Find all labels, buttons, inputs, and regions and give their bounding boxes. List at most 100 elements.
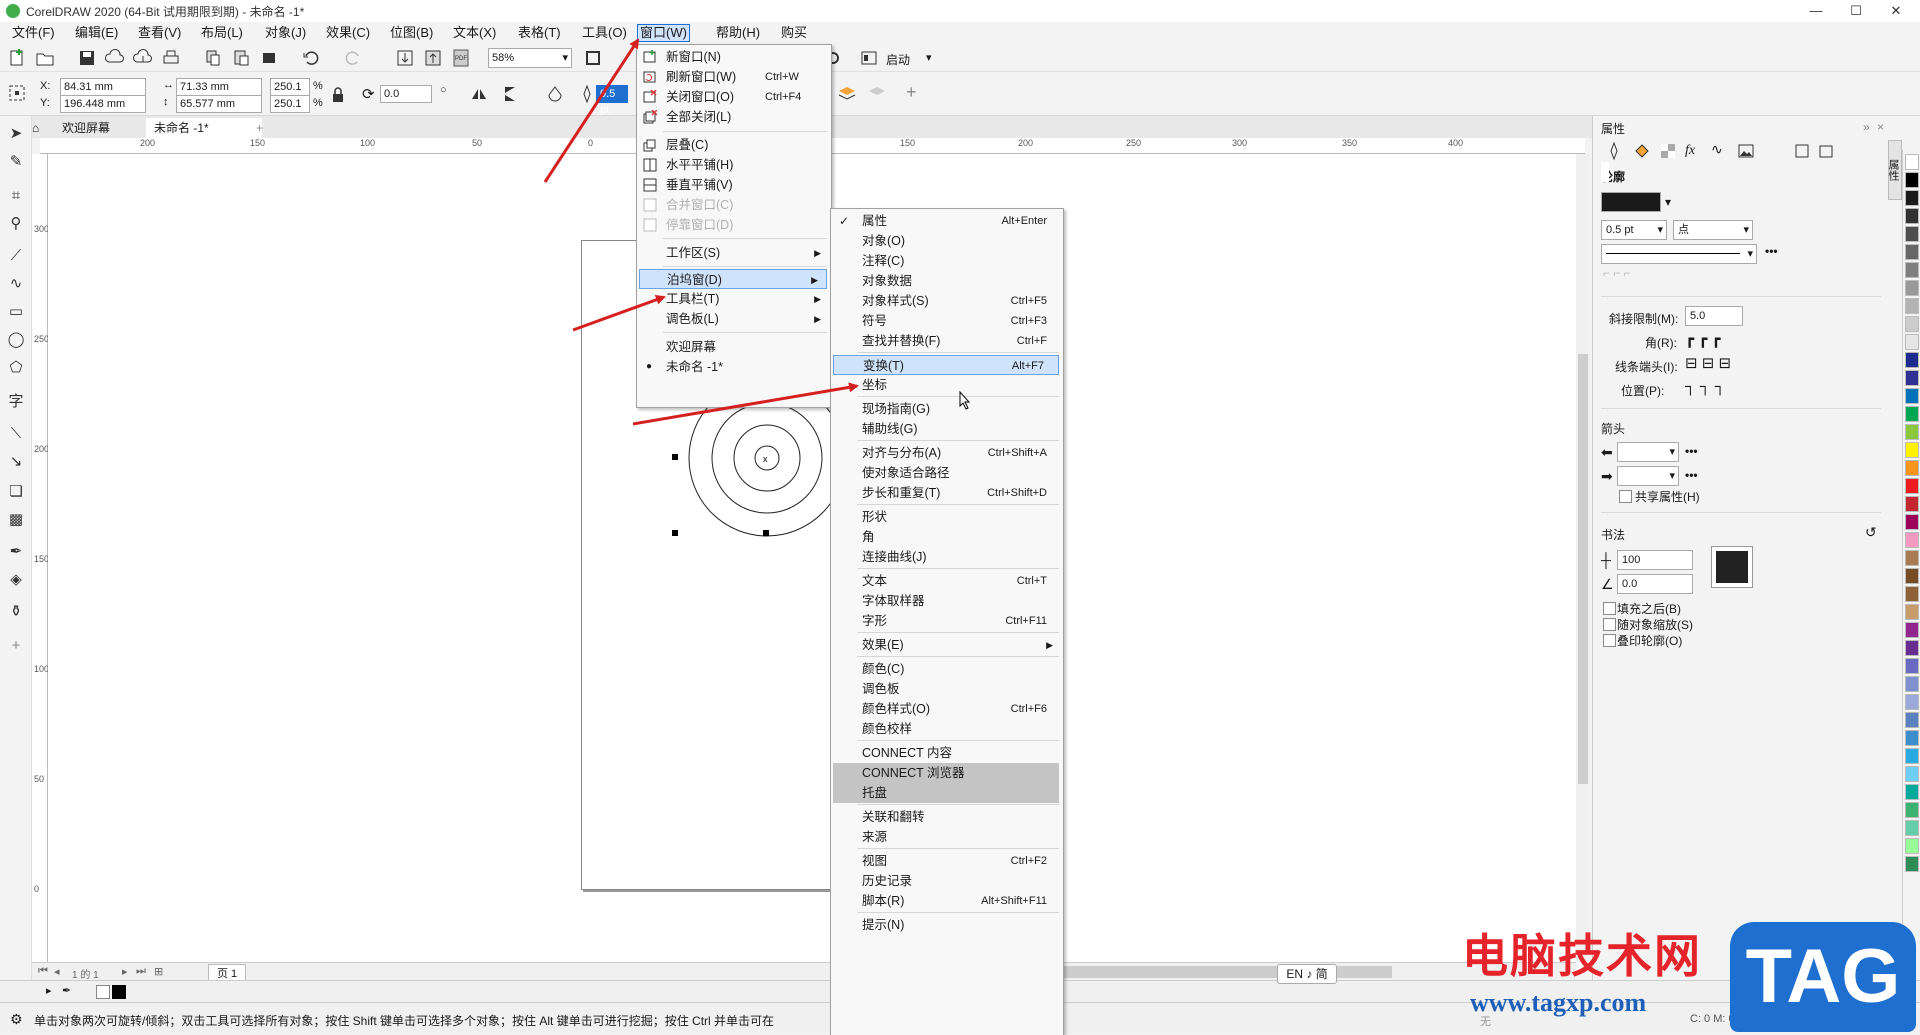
color-swatch[interactable] bbox=[1905, 838, 1919, 854]
color-swatch[interactable] bbox=[1905, 586, 1919, 602]
next-page-icon[interactable]: ▸ bbox=[122, 965, 128, 978]
launch-label[interactable]: 启动 bbox=[886, 51, 910, 68]
menu-item-font-playground[interactable]: 字体取样器 bbox=[831, 591, 1061, 611]
line-cap-icons[interactable]: ⊟ ⊟ ⊟ bbox=[1685, 354, 1731, 372]
color-swatch[interactable] bbox=[1905, 226, 1919, 242]
add-page-icon[interactable]: ⊞ bbox=[154, 965, 163, 978]
menu-item-color-palette[interactable]: 调色板 bbox=[831, 679, 1061, 699]
angle-input[interactable]: 0.0 bbox=[1617, 574, 1693, 594]
color-swatch[interactable] bbox=[1905, 802, 1919, 818]
height-input[interactable]: 65.577 mm bbox=[176, 95, 262, 113]
menu-item-properties[interactable]: ✓ 属性 Alt+Enter bbox=[831, 211, 1061, 231]
fill-drop-icon[interactable] bbox=[544, 83, 566, 105]
collapse-docker-icon[interactable]: » bbox=[1863, 120, 1870, 134]
copy-icon[interactable] bbox=[202, 47, 224, 69]
zoom-level-select[interactable]: 58% ▾ bbox=[488, 48, 572, 68]
stretch-input[interactable]: 100 bbox=[1617, 550, 1693, 570]
menu-item-history[interactable]: 历史记录 bbox=[831, 871, 1061, 891]
zoom-tool-icon[interactable]: ⚲ bbox=[6, 214, 26, 234]
color-swatch[interactable] bbox=[1905, 766, 1919, 782]
ime-indicator[interactable]: EN ♪ 简 bbox=[1277, 964, 1337, 984]
drop-shadow-icon[interactable]: ❏ bbox=[6, 482, 26, 502]
menu-item-close-window[interactable]: 关闭窗口(O) Ctrl+F4 bbox=[637, 87, 829, 107]
color-swatch[interactable] bbox=[1905, 748, 1919, 764]
interactive-fill-icon[interactable]: ◈ bbox=[6, 570, 26, 590]
color-swatch[interactable] bbox=[1905, 388, 1919, 404]
color-swatch[interactable] bbox=[1905, 262, 1919, 278]
cut-icon[interactable] bbox=[258, 47, 280, 69]
menu-object[interactable]: 对象(J) bbox=[263, 25, 308, 41]
width-input[interactable]: 71.33 mm bbox=[176, 78, 262, 96]
paste-icon[interactable] bbox=[230, 47, 252, 69]
overprint-outline-checkbox[interactable] bbox=[1603, 634, 1616, 647]
menu-item-object-data[interactable]: 对象数据 bbox=[831, 271, 1061, 291]
black-outline-swatch[interactable] bbox=[112, 985, 126, 999]
add-tool-icon[interactable]: + bbox=[6, 636, 26, 656]
line-style-select[interactable]: ▾ bbox=[1601, 244, 1757, 264]
menu-buy[interactable]: 购买 bbox=[779, 25, 809, 41]
menu-item-effects[interactable]: 效果(E) ▶ bbox=[831, 635, 1061, 655]
tab-untitled-document[interactable]: 未命名 -1* bbox=[146, 118, 262, 138]
import-icon[interactable] bbox=[394, 47, 416, 69]
cloud-save-icon[interactable] bbox=[132, 47, 154, 69]
color-swatch[interactable] bbox=[1905, 154, 1919, 170]
vertical-scrollbar[interactable] bbox=[1576, 154, 1590, 962]
color-swatch[interactable] bbox=[1905, 514, 1919, 530]
bitmap-tab-icon[interactable] bbox=[1735, 140, 1757, 162]
last-page-icon[interactable]: ⏭ bbox=[136, 965, 146, 978]
smart-fill-icon[interactable]: ⚱ bbox=[6, 602, 26, 622]
menu-help[interactable]: 帮助(H) bbox=[714, 25, 762, 41]
menu-item-cascade[interactable]: 层叠(C) bbox=[637, 135, 829, 155]
menu-item-tray[interactable]: 托盘 bbox=[833, 783, 1059, 803]
menu-item-color-styles[interactable]: 颜色样式(O) Ctrl+F6 bbox=[831, 699, 1061, 719]
eyedropper-icon[interactable]: ✒ bbox=[6, 542, 26, 562]
freehand-tool-icon[interactable]: ⟋ bbox=[6, 246, 26, 266]
home-icon[interactable]: ⌂ bbox=[32, 118, 50, 138]
menu-item-color-palettes[interactable]: 调色板(L) ▶ bbox=[637, 309, 829, 329]
transparency-tab-icon[interactable] bbox=[1657, 140, 1679, 162]
more-options-icon[interactable]: ••• bbox=[1685, 468, 1698, 482]
color-swatch[interactable] bbox=[1905, 730, 1919, 746]
rotation-angle-input[interactable]: 0.0 bbox=[380, 85, 432, 103]
summary-tab-icon[interactable] bbox=[1815, 140, 1837, 162]
menu-item-view[interactable]: 视图 Ctrl+F2 bbox=[831, 851, 1061, 871]
maximize-button[interactable]: ☐ bbox=[1836, 0, 1876, 22]
artistic-media-icon[interactable]: ∿ bbox=[6, 274, 26, 294]
start-arrowhead-select[interactable]: ▾ bbox=[1617, 442, 1679, 462]
menu-item-connect-content[interactable]: CONNECT 内容 bbox=[831, 743, 1061, 763]
new-tab-icon[interactable]: + bbox=[248, 118, 271, 138]
corner-style-icons[interactable]: ┏ ┏ ┏ bbox=[1685, 330, 1720, 348]
menu-item-step-repeat[interactable]: 步长和重复(T) Ctrl+Shift+D bbox=[831, 483, 1061, 503]
end-arrowhead-select[interactable]: ▾ bbox=[1617, 466, 1679, 486]
menu-tools[interactable]: 工具(O) bbox=[580, 25, 629, 41]
more-options-icon[interactable]: ••• bbox=[1685, 444, 1698, 458]
menu-file[interactable]: 文件(F) bbox=[10, 25, 57, 41]
menu-item-symbols[interactable]: 符号 Ctrl+F3 bbox=[831, 311, 1061, 331]
layers-icon[interactable] bbox=[836, 83, 858, 105]
horizontal-scrollbar-thumb[interactable] bbox=[1052, 966, 1392, 978]
scale-with-object-checkbox[interactable] bbox=[1603, 618, 1616, 631]
color-swatch[interactable] bbox=[1905, 676, 1919, 692]
menu-layout[interactable]: 布局(L) bbox=[199, 25, 245, 41]
more-options-icon[interactable]: ••• bbox=[1765, 244, 1778, 258]
previous-page-icon[interactable]: ◂ bbox=[54, 965, 60, 978]
connector-tool-icon[interactable]: ↘ bbox=[6, 452, 26, 472]
transparency-tool-icon[interactable]: ▩ bbox=[6, 510, 26, 530]
fill-behind-checkbox[interactable] bbox=[1603, 602, 1616, 615]
menu-effects[interactable]: 效果(C) bbox=[324, 25, 372, 41]
x-position-input[interactable]: 84.31 mm bbox=[60, 78, 146, 96]
scale-x-input[interactable]: 250.1 bbox=[270, 78, 310, 96]
color-swatch[interactable] bbox=[1905, 370, 1919, 386]
outline-pen-tab-icon[interactable] bbox=[1603, 140, 1625, 162]
vertical-ruler[interactable]: 300 250 200 150 100 50 0 bbox=[32, 154, 49, 974]
full-screen-preview-icon[interactable] bbox=[582, 47, 604, 69]
menu-item-tile-horizontal[interactable]: 水平平铺(H) bbox=[637, 155, 829, 175]
menu-item-object-styles[interactable]: 对象样式(S) Ctrl+F5 bbox=[831, 291, 1061, 311]
color-swatch[interactable] bbox=[1905, 532, 1919, 548]
miter-limit-input[interactable]: 5.0 bbox=[1685, 306, 1743, 326]
object-origin-icon[interactable] bbox=[6, 82, 28, 104]
menu-item-refresh-window[interactable]: 刷新窗口(W) Ctrl+W bbox=[637, 67, 829, 87]
color-swatch[interactable] bbox=[1905, 406, 1919, 422]
menu-item-workspace[interactable]: 工作区(S) ▶ bbox=[637, 243, 829, 263]
color-swatch[interactable] bbox=[1905, 280, 1919, 296]
